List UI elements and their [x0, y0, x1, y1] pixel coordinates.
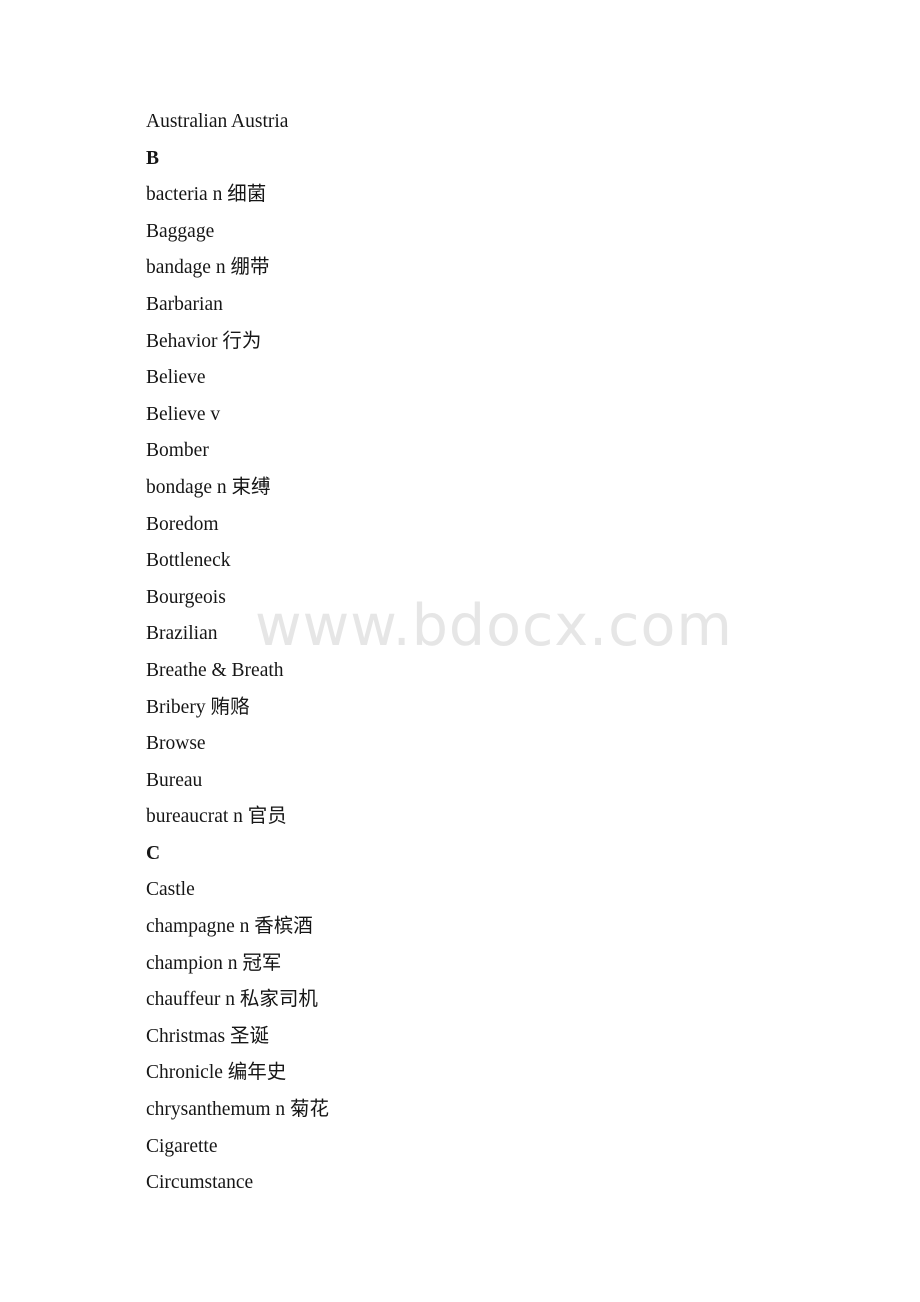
vocabulary-entry: Castle	[146, 879, 195, 901]
vocabulary-entry: champion n 冠军	[146, 952, 282, 974]
vocabulary-entry: Believe v	[146, 403, 221, 425]
vocabulary-entry: bureaucrat n 官员	[146, 806, 287, 828]
vocabulary-entry: Christmas 圣诞	[146, 1025, 269, 1047]
vocabulary-entry: bandage n 绷带	[146, 257, 270, 279]
vocabulary-entry: Boredom	[146, 513, 219, 535]
vocabulary-entry: Cigarette	[146, 1135, 218, 1157]
vocabulary-entry: chrysanthemum n 菊花	[146, 1099, 330, 1121]
vocabulary-entry: chauffeur n 私家司机	[146, 989, 318, 1011]
vocabulary-entry: Circumstance	[146, 1172, 254, 1194]
vocabulary-entry: Brazilian	[146, 623, 218, 645]
vocabulary-entry: Browse	[146, 733, 206, 755]
vocabulary-entry: bondage n 束缚	[146, 476, 271, 498]
vocabulary-entry: Bomber	[146, 440, 209, 462]
letter-section-heading: B	[146, 147, 160, 169]
vocabulary-entry: Australian Austria	[146, 111, 289, 132]
vocabulary-entry: Bottleneck	[146, 550, 231, 572]
vocabulary-entry: champagne n 香槟酒	[146, 916, 313, 938]
vocabulary-entry: Bureau	[146, 769, 203, 791]
vocabulary-entry: Bourgeois	[146, 586, 226, 608]
vocabulary-entry: Baggage	[146, 220, 215, 242]
vocabulary-entry: Bribery 贿赂	[146, 696, 250, 718]
vocabulary-entry-list: Australian Austria Bbacteria n 细菌 Baggage b…	[146, 104, 846, 1202]
letter-section-heading: C	[146, 842, 161, 864]
document-page: www.bdocx.com Australian Austria Bbacteri…	[0, 0, 920, 1302]
vocabulary-entry: Behavior 行为	[146, 330, 262, 352]
vocabulary-entry: Chronicle 编年史	[146, 1062, 287, 1084]
vocabulary-entry: Barbarian	[146, 293, 223, 315]
vocabulary-entry: bacteria n 细菌	[146, 184, 267, 206]
vocabulary-entry: Breathe & Breath	[146, 659, 284, 681]
vocabulary-entry: Believe	[146, 367, 206, 389]
